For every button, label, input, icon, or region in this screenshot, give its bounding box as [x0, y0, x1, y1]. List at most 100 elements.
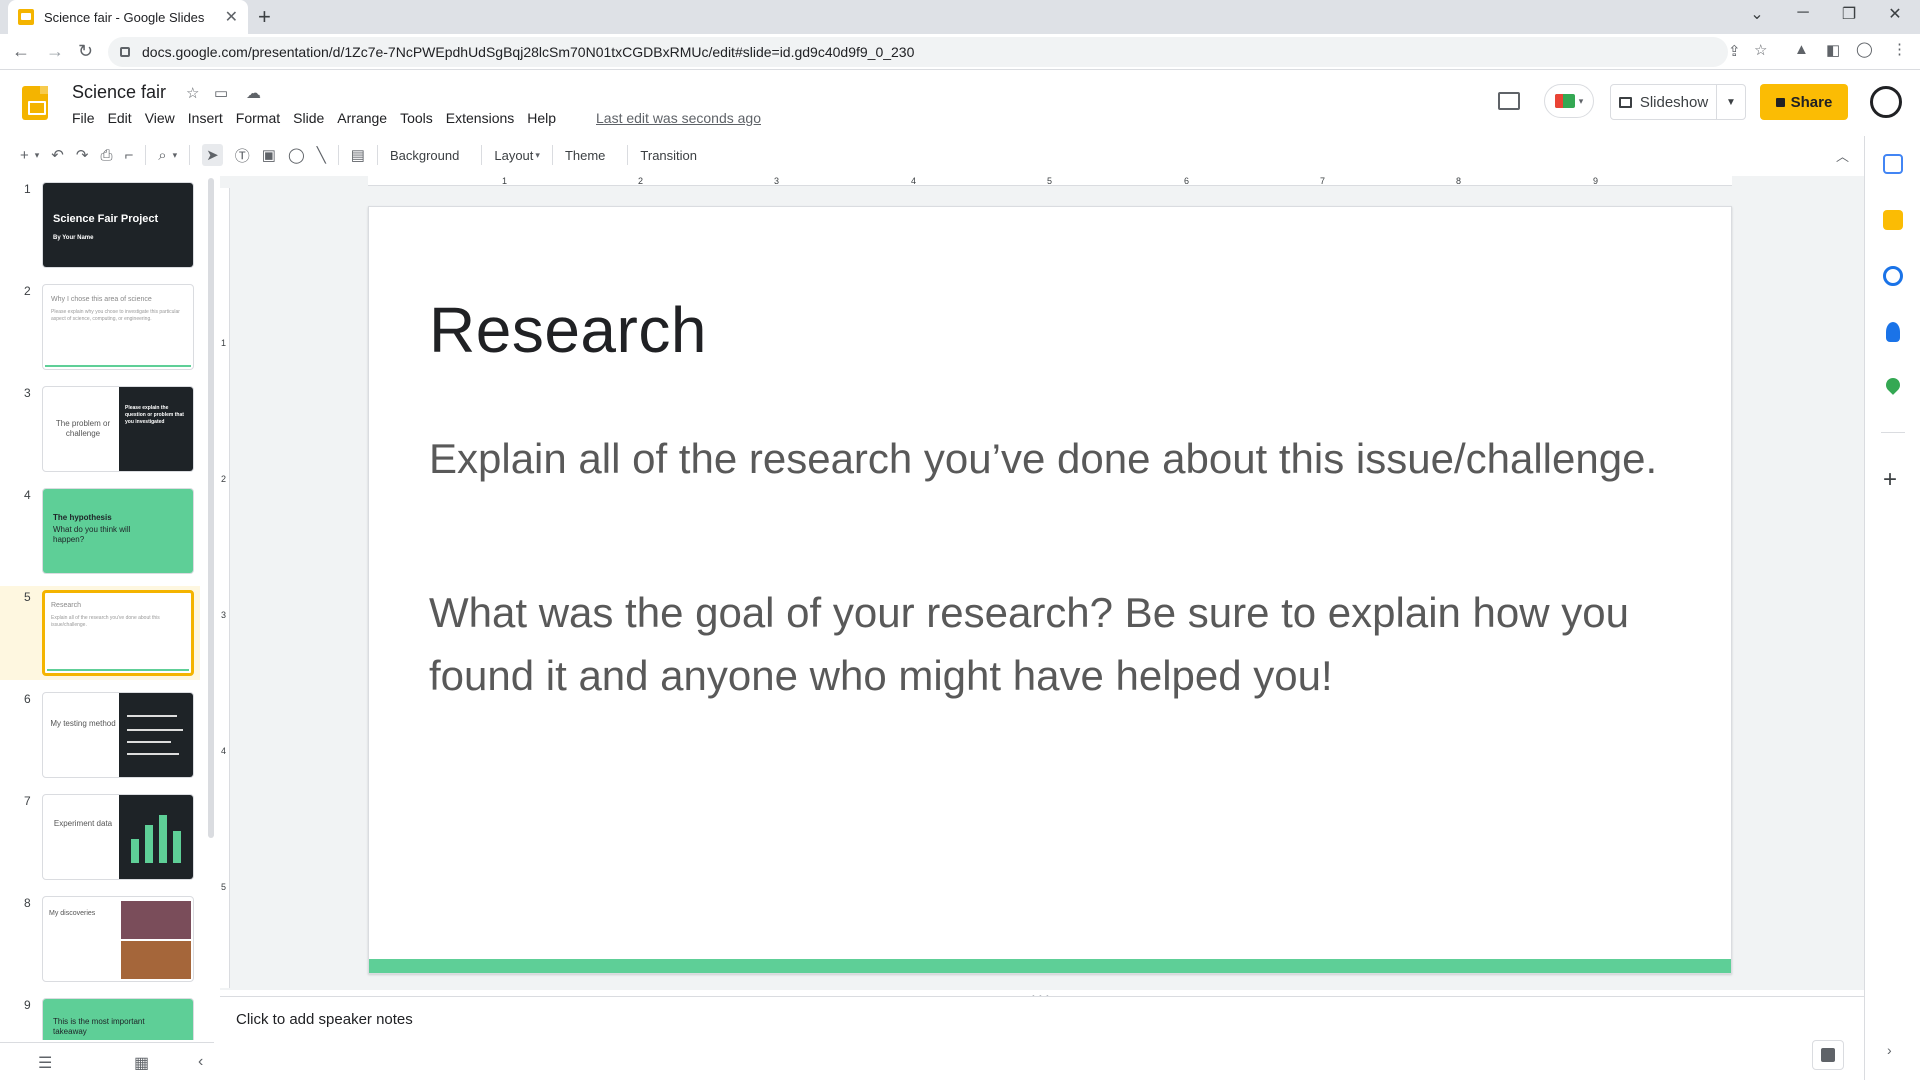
collapse-menus-icon[interactable]: ︿ — [1836, 146, 1849, 165]
slides-logo-icon[interactable] — [22, 86, 48, 120]
comment-history-icon[interactable] — [1498, 92, 1520, 110]
grid-view-icon[interactable]: ▦ — [134, 1053, 149, 1073]
maps-icon[interactable] — [1883, 375, 1903, 395]
layout-dropdown-icon[interactable]: ▾ — [535, 150, 540, 161]
filmstrip-scrollbar[interactable] — [208, 178, 214, 838]
cloud-status-icon[interactable]: ☁ — [246, 84, 261, 102]
filmstrip-item[interactable]: 1 Science Fair Project By Your Name — [0, 178, 200, 272]
contacts-icon[interactable] — [1886, 322, 1900, 342]
slide-thumbnail[interactable]: Science Fair Project By Your Name — [42, 182, 194, 268]
theme-button[interactable]: Theme — [565, 148, 605, 163]
filmstrip-item[interactable]: 9 This is the most important takeaway — [0, 994, 200, 1040]
menu-file[interactable]: File — [70, 110, 104, 126]
slide-thumbnail[interactable]: My testing method — [42, 692, 194, 778]
tab-close-icon[interactable]: ✕ — [225, 7, 238, 27]
document-title[interactable]: Science fair — [72, 82, 166, 103]
speaker-notes-placeholder[interactable]: Click to add speaker notes — [236, 1011, 413, 1028]
undo-icon[interactable]: ↶ — [51, 146, 64, 164]
keep-icon[interactable] — [1883, 210, 1903, 230]
share-page-icon[interactable]: ⇪ — [1728, 42, 1744, 60]
slideshow-button[interactable]: Slideshow ▼ — [1610, 84, 1746, 120]
collapse-filmstrip-icon[interactable]: ‹ — [198, 1053, 203, 1071]
filmstrip-item[interactable]: 8 My discoveries — [0, 892, 200, 986]
slide-thumbnail[interactable]: The problem or challenge Please explain … — [42, 386, 194, 472]
browser-tab[interactable]: Science fair - Google Slides ✕ — [8, 0, 248, 34]
slide-body-paragraph[interactable]: What was the goal of your research? Be s… — [429, 581, 1669, 707]
profile-icon[interactable]: ◯ — [1856, 40, 1873, 58]
new-slide-dropdown-icon[interactable]: ▾ — [35, 150, 40, 161]
slideshow-dropdown-icon[interactable]: ▼ — [1717, 97, 1745, 108]
print-icon[interactable]: ⎙ — [100, 147, 112, 164]
thumb-accent-bar — [45, 365, 191, 367]
filmstrip-item[interactable]: 6 My testing method — [0, 688, 200, 782]
calendar-icon[interactable] — [1883, 154, 1903, 174]
extension-icon[interactable]: ▲ — [1794, 41, 1810, 58]
explore-button[interactable] — [1812, 1040, 1844, 1070]
share-button[interactable]: Share — [1760, 84, 1848, 120]
meet-button[interactable]: ▾ — [1544, 84, 1594, 118]
slide-title[interactable]: Research — [429, 293, 707, 367]
textbox-icon[interactable]: Ⓣ — [235, 145, 250, 166]
menu-arrange[interactable]: Arrange — [335, 110, 396, 126]
menu-slide[interactable]: Slide — [291, 110, 333, 126]
filmstrip-item[interactable]: 3 The problem or challenge Please explai… — [0, 382, 200, 476]
zoom-dropdown-icon[interactable]: ▾ — [173, 150, 178, 161]
paint-format-icon[interactable]: ⌐ — [124, 147, 133, 164]
side-panel-icon[interactable]: ◧ — [1826, 41, 1842, 59]
last-edit-link[interactable]: Last edit was seconds ago — [596, 110, 761, 126]
slide-thumbnail[interactable]: This is the most important takeaway — [42, 998, 194, 1040]
address-bar[interactable]: docs.google.com/presentation/d/1Zc7e-7Nc… — [108, 37, 1728, 67]
select-icon[interactable]: ➤ — [202, 144, 223, 166]
menu-extensions[interactable]: Extensions — [444, 110, 523, 126]
slide-thumbnail[interactable]: Research Explain all of the research you… — [42, 590, 194, 676]
new-slide-plus-icon[interactable]: + — [20, 147, 29, 164]
filmstrip-item[interactable]: 7 Experiment data — [0, 790, 200, 884]
bookmark-star-icon[interactable]: ☆ — [1754, 41, 1770, 59]
menu-edit[interactable]: Edit — [106, 110, 141, 126]
image-icon[interactable]: ▣ — [262, 146, 276, 164]
slide-body-paragraph[interactable]: Explain all of the research you’ve done … — [429, 427, 1669, 490]
slide-thumbnail[interactable]: The hypothesis What do you think will ha… — [42, 488, 194, 574]
layout-button[interactable]: Layout — [494, 148, 533, 163]
forward-button[interactable]: → — [46, 41, 64, 62]
get-addons-button[interactable]: + — [1883, 466, 1897, 494]
account-avatar[interactable] — [1870, 86, 1902, 118]
menu-format[interactable]: Format — [234, 110, 289, 126]
filmstrip-item-selected[interactable]: 5 Research Explain all of the research y… — [0, 586, 200, 680]
background-button[interactable]: Background — [390, 148, 459, 163]
line-icon[interactable]: ╲ — [317, 146, 326, 164]
slide-thumbnail[interactable]: Why I chose this area of science Please … — [42, 284, 194, 370]
show-side-panel-icon[interactable]: › — [1887, 1042, 1892, 1058]
zoom-icon[interactable]: ⌕ — [158, 147, 166, 164]
redo-icon[interactable]: ↷ — [76, 146, 89, 164]
menu-help[interactable]: Help — [525, 110, 565, 126]
close-window-button[interactable]: ✕ — [1872, 4, 1918, 24]
menu-view[interactable]: View — [143, 110, 184, 126]
move-folder-icon[interactable]: ▭ — [214, 84, 228, 102]
new-tab-button[interactable]: + — [258, 4, 271, 30]
ruler-number: 8 — [1456, 176, 1462, 186]
slide-thumbnail[interactable]: My discoveries — [42, 896, 194, 982]
filmstrip-item[interactable]: 2 Why I chose this area of science Pleas… — [0, 280, 200, 374]
slide-canvas[interactable]: Research Explain all of the research you… — [368, 206, 1732, 974]
menu-insert[interactable]: Insert — [186, 110, 232, 126]
slideshow-icon — [1618, 96, 1632, 108]
minimize-button[interactable]: ─ — [1780, 4, 1826, 22]
browser-menu-icon[interactable]: ⋮ — [1892, 40, 1908, 58]
slide-thumbnail[interactable]: Experiment data — [42, 794, 194, 880]
tab-search-icon[interactable]: ⌄ — [1734, 4, 1780, 24]
comment-add-icon[interactable]: ▤ — [351, 146, 365, 164]
shape-icon[interactable]: ◯ — [288, 146, 305, 164]
maximize-button[interactable]: ❐ — [1826, 4, 1872, 24]
speaker-notes[interactable]: Click to add speaker notes — [220, 996, 1864, 1080]
slide-number: 9 — [24, 998, 31, 1012]
filmstrip-view-icon[interactable]: ☰ — [38, 1053, 52, 1073]
filmstrip-item[interactable]: 4 The hypothesis What do you think will … — [0, 484, 200, 578]
menu-tools[interactable]: Tools — [398, 110, 442, 126]
reload-button[interactable]: ↻ — [78, 41, 93, 62]
star-icon[interactable]: ☆ — [186, 84, 199, 102]
thumb-accent-bar — [47, 669, 189, 671]
transition-button[interactable]: Transition — [640, 148, 697, 163]
tasks-icon[interactable] — [1883, 266, 1903, 286]
back-button[interactable]: ← — [12, 41, 30, 62]
